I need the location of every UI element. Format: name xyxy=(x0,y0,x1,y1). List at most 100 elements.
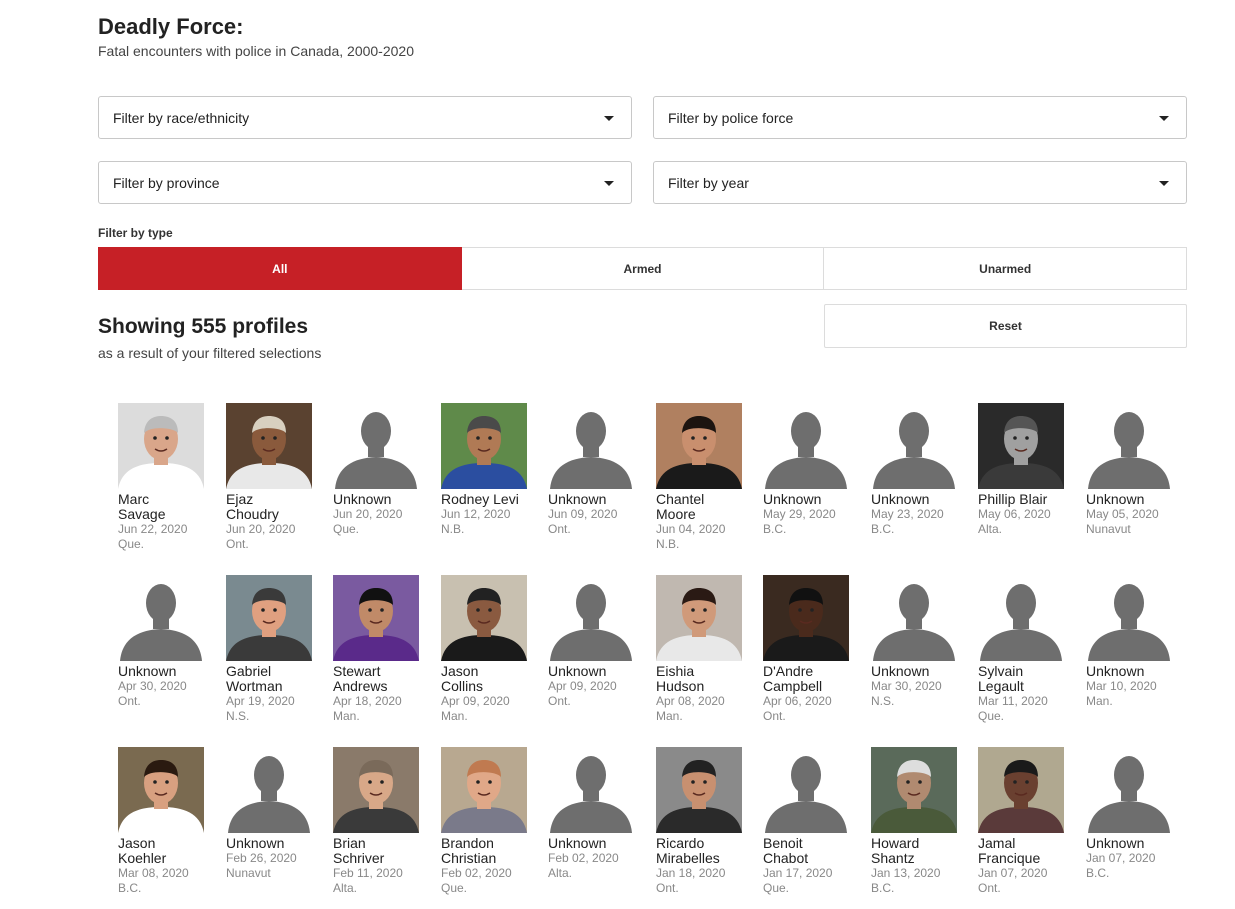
province-filter-select[interactable]: Filter by province xyxy=(98,161,632,204)
placeholder-silhouette-icon xyxy=(226,747,312,833)
profile-card[interactable]: Unknown Mar 10, 2020 Man. xyxy=(1086,575,1190,709)
type-all-button[interactable]: All xyxy=(98,247,462,290)
profile-name: Unknown xyxy=(763,491,822,507)
profile-name: Unknown xyxy=(1086,835,1145,851)
profile-card[interactable]: Benoit Chabot Jan 17, 2020 Que. xyxy=(763,747,867,896)
profile-name: Jamal xyxy=(978,835,1016,851)
profile-province: N.B. xyxy=(656,537,680,551)
placeholder-silhouette-icon xyxy=(871,403,957,489)
profile-date: Apr 09, 2020 xyxy=(548,679,617,693)
profile-name: Unknown xyxy=(333,491,392,507)
profile-card[interactable]: Ricardo Mirabelles Jan 18, 2020 Ont. xyxy=(656,747,760,896)
placeholder-silhouette-icon xyxy=(548,575,634,661)
profile-date: Feb 11, 2020 xyxy=(333,866,403,880)
profile-date: May 05, 2020 xyxy=(1086,507,1159,521)
placeholder-silhouette-icon xyxy=(1086,747,1172,833)
year-filter-select[interactable]: Filter by year xyxy=(653,161,1187,204)
profile-date: Apr 19, 2020 xyxy=(226,694,295,708)
profile-province: Que. xyxy=(763,881,790,895)
profile-surname: Choudry xyxy=(226,506,279,522)
page-title: Deadly Force: xyxy=(98,14,244,39)
profile-card[interactable]: Howard Shantz Jan 13, 2020 B.C. xyxy=(871,747,975,896)
profile-photo xyxy=(226,575,312,661)
police-force-filter-label: Filter by police force xyxy=(668,110,794,126)
profile-name: Ejaz xyxy=(226,491,254,507)
chevron-down-icon xyxy=(1159,116,1169,121)
profile-date: Jun 20, 2020 xyxy=(226,522,296,536)
profile-photo xyxy=(441,575,527,661)
profile-card[interactable]: Unknown Apr 30, 2020 Ont. xyxy=(118,575,222,709)
profile-date: May 29, 2020 xyxy=(763,507,836,521)
profile-card[interactable]: Ejaz Choudry Jun 20, 2020 Ont. xyxy=(226,403,330,552)
profile-card[interactable]: Unknown Jun 09, 2020 Ont. xyxy=(548,403,652,537)
profile-name: Unknown xyxy=(871,491,930,507)
profile-card[interactable]: Unknown Feb 02, 2020 Alta. xyxy=(548,747,652,881)
profile-name: Gabriel xyxy=(226,663,272,679)
profile-date: Apr 30, 2020 xyxy=(118,679,187,693)
profile-date: Jun 20, 2020 xyxy=(333,507,403,521)
profile-surname: Schriver xyxy=(333,850,385,866)
profile-province: B.C. xyxy=(118,881,142,895)
placeholder-silhouette-icon xyxy=(871,575,957,661)
placeholder-silhouette-icon xyxy=(333,403,419,489)
profile-surname: Moore xyxy=(656,506,696,522)
profile-date: Jan 07, 2020 xyxy=(978,866,1048,880)
profile-date: Jan 13, 2020 xyxy=(871,866,941,880)
profile-name: Rodney Levi xyxy=(441,491,519,507)
profile-card[interactable]: Phillip Blair May 06, 2020 Alta. xyxy=(978,403,1082,537)
profile-name: Sylvain xyxy=(978,663,1024,679)
profile-province: Man. xyxy=(441,709,468,723)
profile-card[interactable]: Unknown Jun 20, 2020 Que. xyxy=(333,403,437,537)
placeholder-silhouette-icon xyxy=(1086,403,1172,489)
profile-surname: Hudson xyxy=(656,678,705,694)
profile-province: Alta. xyxy=(333,881,358,895)
profile-name: Benoit xyxy=(763,835,803,851)
profile-card[interactable]: Jason Collins Apr 09, 2020 Man. xyxy=(441,575,545,724)
profile-date: Jun 22, 2020 xyxy=(118,522,188,536)
profile-card[interactable]: Jamal Francique Jan 07, 2020 Ont. xyxy=(978,747,1082,896)
profile-card[interactable]: Brian Schriver Feb 11, 2020 Alta. xyxy=(333,747,437,896)
profile-card[interactable]: Chantel Moore Jun 04, 2020 N.B. xyxy=(656,403,760,552)
profile-card[interactable]: Unknown May 05, 2020 Nunavut xyxy=(1086,403,1190,537)
type-unarmed-button[interactable]: Unarmed xyxy=(824,247,1188,290)
profile-card[interactable]: Marc Savage Jun 22, 2020 Que. xyxy=(118,403,222,552)
profile-photo xyxy=(871,747,957,833)
profile-name: Unknown xyxy=(1086,663,1145,679)
placeholder-silhouette-icon xyxy=(548,403,634,489)
profile-card[interactable]: Rodney Levi Jun 12, 2020 N.B. xyxy=(441,403,545,537)
race-filter-select[interactable]: Filter by race/ethnicity xyxy=(98,96,632,139)
police-force-filter-select[interactable]: Filter by police force xyxy=(653,96,1187,139)
profile-photo xyxy=(656,403,742,489)
profile-card[interactable]: D'Andre Campbell Apr 06, 2020 Ont. xyxy=(763,575,867,724)
profile-date: Jun 12, 2020 xyxy=(441,507,511,521)
profile-photo xyxy=(656,747,742,833)
placeholder-silhouette-icon xyxy=(978,575,1064,661)
reset-button[interactable]: Reset xyxy=(824,304,1187,348)
profile-province: Alta. xyxy=(548,866,573,880)
profile-card[interactable]: Sylvain Legault Mar 11, 2020 Que. xyxy=(978,575,1082,724)
profile-card[interactable]: Jason Koehler Mar 08, 2020 B.C. xyxy=(118,747,222,896)
profile-card[interactable]: Unknown Apr 09, 2020 Ont. xyxy=(548,575,652,709)
profile-date: Mar 30, 2020 xyxy=(871,679,942,693)
profile-name: Unknown xyxy=(548,491,607,507)
profile-date: Feb 02, 2020 xyxy=(441,866,512,880)
profile-province: Ont. xyxy=(763,709,786,723)
type-armed-button[interactable]: Armed xyxy=(461,247,825,290)
profile-card[interactable]: Eishia Hudson Apr 08, 2020 Man. xyxy=(656,575,760,724)
profile-card[interactable]: Stewart Andrews Apr 18, 2020 Man. xyxy=(333,575,437,724)
profile-card[interactable]: Unknown Mar 30, 2020 N.S. xyxy=(871,575,975,709)
profile-card[interactable]: Brandon Christian Feb 02, 2020 Que. xyxy=(441,747,545,896)
profile-card[interactable]: Unknown May 29, 2020 B.C. xyxy=(763,403,867,537)
profile-photo xyxy=(978,747,1064,833)
profile-province: Que. xyxy=(333,522,360,536)
profile-date: Jan 17, 2020 xyxy=(763,866,833,880)
results-subtitle: as a result of your filtered selections xyxy=(98,345,322,361)
profile-card[interactable]: Unknown Feb 26, 2020 Nunavut xyxy=(226,747,330,881)
profile-name: Howard xyxy=(871,835,920,851)
profile-province: Que. xyxy=(441,881,468,895)
profile-photo xyxy=(978,403,1064,489)
profile-card[interactable]: Unknown May 23, 2020 B.C. xyxy=(871,403,975,537)
profile-card[interactable]: Unknown Jan 07, 2020 B.C. xyxy=(1086,747,1190,881)
profile-card[interactable]: Gabriel Wortman Apr 19, 2020 N.S. xyxy=(226,575,330,724)
profile-province: Man. xyxy=(333,709,360,723)
